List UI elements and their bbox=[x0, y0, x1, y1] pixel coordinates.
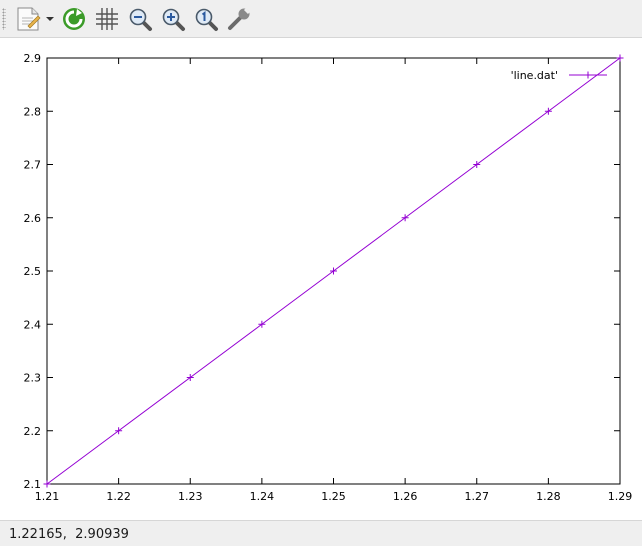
y-tick-label: 2.9 bbox=[24, 52, 42, 65]
x-tick-label: 1.28 bbox=[536, 490, 561, 503]
y-tick-label: 2.8 bbox=[24, 105, 42, 118]
y-tick-label: 2.5 bbox=[24, 265, 42, 278]
toolbar-grip[interactable] bbox=[2, 8, 6, 30]
grid-icon bbox=[94, 6, 120, 32]
data-point bbox=[401, 214, 409, 222]
zoom-original-icon bbox=[193, 6, 219, 32]
unzoom-button[interactable] bbox=[192, 5, 220, 33]
x-tick-label: 1.26 bbox=[393, 490, 418, 503]
x-tick-label: 1.22 bbox=[106, 490, 131, 503]
refresh-icon bbox=[61, 6, 87, 32]
data-point bbox=[43, 480, 51, 488]
grid-toggle-button[interactable] bbox=[93, 5, 121, 33]
chevron-down-icon bbox=[46, 16, 54, 22]
zoom-out-icon bbox=[127, 6, 153, 32]
x-tick-label: 1.21 bbox=[35, 490, 60, 503]
mouse-coordinates: 1.22165, 2.90939 bbox=[9, 527, 129, 542]
zoom-previous-button[interactable] bbox=[126, 5, 154, 33]
data-point bbox=[330, 267, 337, 275]
x-tick-label: 1.27 bbox=[465, 490, 490, 503]
settings-button[interactable] bbox=[225, 5, 253, 33]
zoom-in-icon bbox=[160, 6, 186, 32]
plot-area[interactable]: 1.21 1.22 1.23 1.24 1.25 1.26 1.27 1.28 1.29 2.1 2… bbox=[0, 38, 642, 520]
toolbar bbox=[0, 0, 642, 38]
plot-canvas[interactable]: 1.21 1.22 1.23 1.24 1.25 1.26 1.27 1.28 1.29 2.1 2… bbox=[0, 38, 642, 520]
data-point bbox=[258, 320, 266, 328]
x-tick-label: 1.24 bbox=[250, 490, 275, 503]
y-tick-label: 2.1 bbox=[24, 478, 42, 491]
data-point bbox=[544, 107, 552, 115]
data-point bbox=[186, 374, 194, 381]
y-tick-label: 2.4 bbox=[24, 318, 42, 331]
status-bar: 1.22165, 2.90939 bbox=[0, 520, 642, 546]
y-tick-label: 2.6 bbox=[24, 212, 42, 225]
legend-marker bbox=[584, 71, 592, 79]
y-tick-label: 2.3 bbox=[24, 372, 42, 385]
y-tick-label: 2.2 bbox=[24, 425, 42, 438]
export-menu-button[interactable] bbox=[12, 5, 56, 33]
x-tick-label: 1.23 bbox=[178, 490, 203, 503]
wrench-icon bbox=[226, 6, 252, 32]
y-tick-label: 2.7 bbox=[24, 159, 42, 172]
x-tick-label: 1.29 bbox=[608, 490, 633, 503]
data-point bbox=[616, 54, 624, 62]
legend-label: 'line.dat' bbox=[511, 69, 558, 82]
x-tick-label: 1.25 bbox=[321, 490, 346, 503]
replot-button[interactable] bbox=[60, 5, 88, 33]
zoom-next-button[interactable] bbox=[159, 5, 187, 33]
data-point bbox=[473, 161, 481, 168]
data-point bbox=[115, 427, 123, 435]
